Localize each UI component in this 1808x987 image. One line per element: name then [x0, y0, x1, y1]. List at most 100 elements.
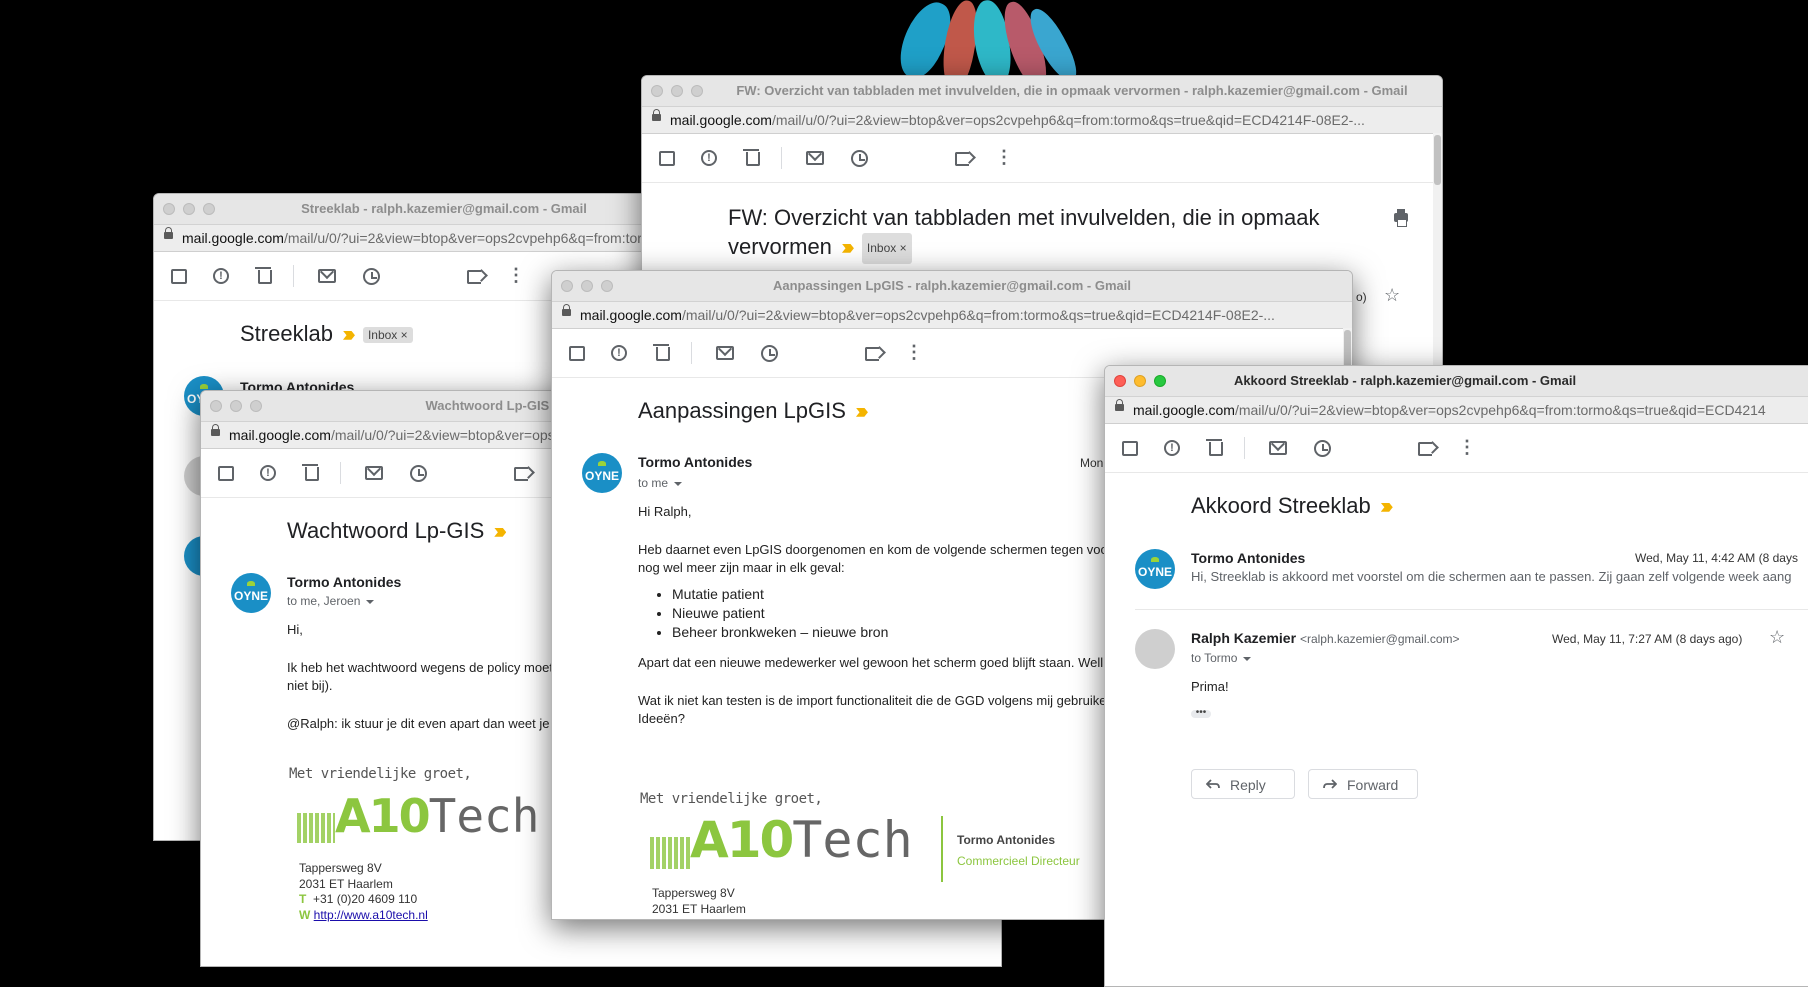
spam-icon[interactable]: ! — [701, 150, 717, 166]
avatar[interactable]: OYNE — [231, 573, 271, 613]
label-icon[interactable] — [1418, 442, 1432, 456]
mail-icon[interactable] — [365, 466, 383, 480]
mail-icon[interactable] — [1269, 441, 1287, 455]
url-path: /mail/u/0/?ui=2&view=btop&ver=ops2cvpehp… — [771, 112, 1365, 128]
spam-icon[interactable]: ! — [260, 465, 276, 481]
message-body: Hi, Ik heb het wachtwoord wegens de poli… — [287, 622, 553, 731]
signature-role: Commercieel Directeur — [957, 854, 1080, 868]
close-icon[interactable] — [163, 203, 175, 215]
email-subject: Wachtwoord Lp-GIS — [287, 518, 507, 544]
company-logo: A10Tech — [650, 811, 913, 869]
sender-name[interactable]: Ralph Kazemier <ralph.kazemier@gmail.com… — [1191, 630, 1460, 646]
snooze-icon[interactable] — [363, 268, 380, 285]
trash-icon[interactable] — [1206, 439, 1223, 456]
label-icon[interactable] — [955, 152, 969, 166]
trash-icon[interactable] — [743, 149, 760, 166]
inbox-label[interactable]: Inbox × — [362, 327, 413, 344]
snooze-icon[interactable] — [410, 465, 427, 482]
url-host: mail.google.com — [1133, 402, 1235, 418]
label-icon[interactable] — [514, 467, 528, 481]
more-icon[interactable]: ⋮ — [904, 342, 924, 362]
sender-name[interactable]: Tormo Antonides — [287, 574, 401, 590]
archive-icon[interactable] — [1122, 441, 1138, 456]
reply-button[interactable]: Reply — [1191, 769, 1295, 799]
avatar[interactable]: OYNE — [1135, 549, 1175, 589]
titlebar[interactable]: Akkoord Streeklab - ralph.kazemier@gmail… — [1105, 366, 1808, 397]
archive-icon[interactable] — [218, 466, 234, 481]
mail-icon[interactable] — [716, 346, 734, 360]
url-host: mail.google.com — [229, 427, 331, 443]
archive-icon[interactable] — [659, 151, 675, 166]
minimize-icon[interactable] — [183, 203, 195, 215]
more-icon[interactable]: ⋮ — [506, 265, 526, 285]
window-title: Streeklab - ralph.kazemier@gmail.com - G… — [301, 201, 587, 216]
forward-button[interactable]: Forward — [1308, 769, 1418, 799]
archive-icon[interactable] — [569, 346, 585, 361]
label-icon[interactable] — [865, 347, 879, 361]
titlebar[interactable]: Aanpassingen LpGIS - ralph.kazemier@gmai… — [552, 271, 1352, 302]
list-item: Nieuwe patient — [672, 604, 1108, 623]
sender-name[interactable]: Tormo Antonides — [1191, 550, 1305, 566]
recipients[interactable]: to Tormo — [1191, 651, 1252, 665]
archive-icon[interactable] — [171, 269, 187, 284]
inbox-label[interactable]: Inbox × — [861, 232, 912, 264]
mail-icon[interactable] — [318, 269, 336, 283]
important-icon[interactable] — [494, 527, 507, 537]
spam-icon[interactable]: ! — [611, 345, 627, 361]
message-date: Wed, May 11, 4:42 AM (8 days — [1635, 551, 1798, 565]
print-icon[interactable] — [1394, 209, 1408, 227]
email-subject: Aanpassingen LpGIS — [638, 398, 868, 424]
important-icon[interactable] — [342, 330, 355, 340]
spam-icon[interactable]: ! — [1164, 440, 1180, 456]
recipients[interactable]: to me — [638, 476, 683, 490]
toolbar: ! ⋮ — [642, 134, 1442, 183]
label-icon[interactable] — [467, 270, 481, 284]
titlebar[interactable]: Streeklab - ralph.kazemier@gmail.com - G… — [154, 194, 674, 225]
url-host: mail.google.com — [182, 230, 284, 246]
address-bar[interactable]: mail.google.com/mail/u/0/?ui=2&view=btop… — [154, 225, 674, 252]
signature-address: Tappersweg 8V 2031 ET Haarlem T +31 (0)2… — [299, 861, 428, 922]
website-link[interactable]: http://www.a10tech.nl — [314, 908, 428, 922]
snooze-icon[interactable] — [761, 345, 778, 362]
url-path: /mail/u/0/?ui=2&view=btop&ver=ops2cvpehp… — [1234, 402, 1766, 418]
snooze-icon[interactable] — [851, 150, 868, 167]
address-bar[interactable]: mail.google.com/mail/u/0/?ui=2&view=btop… — [1105, 397, 1808, 424]
toolbar: ! ⋮ — [1105, 424, 1808, 473]
star-icon[interactable]: ☆ — [1769, 627, 1785, 648]
spam-icon[interactable]: ! — [213, 268, 229, 284]
trash-icon[interactable] — [255, 267, 272, 284]
avatar[interactable] — [1135, 629, 1175, 669]
lock-icon — [164, 227, 173, 239]
avatar[interactable]: OYNE — [582, 453, 622, 493]
lock-icon — [652, 109, 661, 121]
message-body: Prima! — [1191, 679, 1229, 694]
important-icon[interactable] — [855, 407, 868, 417]
signature-address: Tappersweg 8V 2031 ET Haarlem — [652, 886, 746, 916]
trash-icon[interactable] — [302, 464, 319, 481]
url-path: /mail/u/0/?ui=2&view=btop&ver=ops2cvpehp… — [283, 230, 674, 246]
mail-icon[interactable] — [806, 151, 824, 165]
message-divider — [1135, 609, 1808, 610]
message-snippet[interactable]: Hi, Streeklab is akkoord met voorstel om… — [1191, 569, 1792, 584]
chevron-down-icon — [1243, 656, 1252, 661]
trash-icon[interactable] — [653, 344, 670, 361]
show-trimmed-content-button[interactable]: ••• — [1191, 708, 1211, 718]
signature-greeting: Met vriendelijke groet, — [640, 791, 823, 807]
address-bar[interactable]: mail.google.com/mail/u/0/?ui=2&view=btop… — [642, 107, 1442, 134]
important-icon[interactable] — [841, 243, 854, 253]
titlebar[interactable]: FW: Overzicht van tabbladen met invulvel… — [642, 76, 1442, 107]
address-bar[interactable]: mail.google.com/mail/u/0/?ui=2&view=btop… — [552, 302, 1352, 329]
snooze-icon[interactable] — [1314, 440, 1331, 457]
star-icon[interactable]: ☆ — [1384, 285, 1400, 306]
more-icon[interactable]: ⋮ — [1457, 437, 1477, 457]
minimize-icon[interactable] — [671, 85, 683, 97]
sender-name[interactable]: Tormo Antonides — [638, 454, 752, 470]
list-item: Beheer bronkweken – nieuwe bron — [672, 623, 1108, 642]
recipients[interactable]: to me, Jeroen — [287, 594, 375, 608]
message-body: Hi Ralph, Heb daarnet even LpGIS doorgen… — [638, 503, 1108, 728]
important-icon[interactable] — [1380, 502, 1393, 512]
url-host: mail.google.com — [580, 307, 682, 323]
lock-icon — [562, 304, 571, 316]
close-icon[interactable] — [651, 85, 663, 97]
more-icon[interactable]: ⋮ — [994, 147, 1014, 167]
